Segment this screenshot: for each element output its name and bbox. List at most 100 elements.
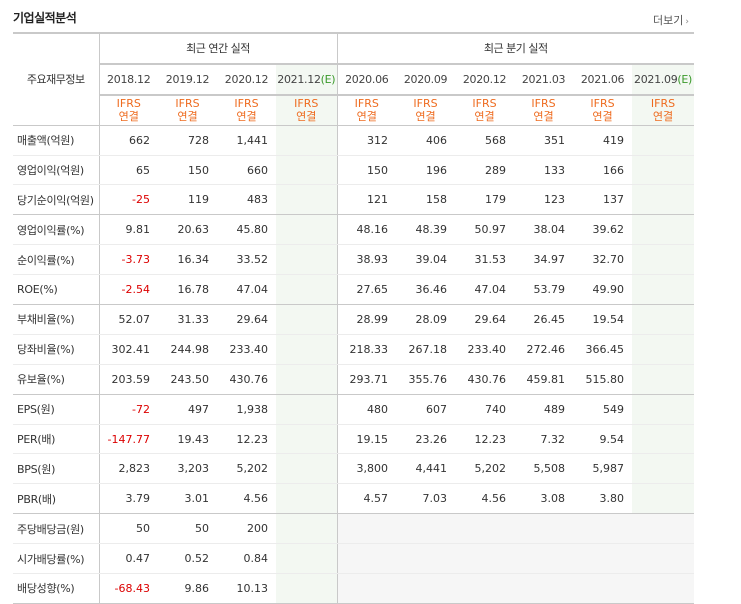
table-cell: [276, 155, 338, 186]
more-label: 더보기: [653, 14, 684, 27]
period-label: 2020.06: [345, 72, 389, 86]
table-cell: 1,938: [217, 394, 276, 425]
ifrs-label: IFRS: [294, 97, 319, 111]
ifrs-label: IFRS: [354, 97, 379, 111]
ifrs-header: IFRS 연결: [514, 93, 574, 126]
table-cell: 16.34: [158, 244, 217, 276]
table-row: 시가배당률(%) 0.47 0.52 0.84: [13, 543, 695, 575]
table-row: PER(배) -147.77 19.43 12.23 19.15 23.26 12.23 7.…: [13, 424, 695, 455]
table-cell: [632, 334, 695, 365]
table-cell: 38.93: [336, 244, 397, 276]
ifrs-label: IFRS: [413, 97, 438, 111]
table-cell: 29.64: [217, 304, 276, 335]
table-cell: 243.50: [158, 364, 217, 395]
period-header: 2021.06: [573, 62, 633, 95]
ifrs-header: IFRS 연결: [632, 93, 695, 126]
table-cell: -2.54: [98, 274, 158, 306]
consolidated-label: 연결: [415, 110, 436, 124]
table-cell: 150: [158, 155, 217, 186]
ifrs-label: IFRS: [650, 97, 676, 111]
table-cell: 20.63: [158, 214, 217, 246]
consolidated-label: 연결: [236, 110, 257, 124]
period-label: 2021.09: [634, 72, 678, 86]
table-cell: 233.40: [217, 334, 276, 365]
table-cell: 244.98: [158, 334, 217, 365]
table-cell: 0.47: [98, 543, 158, 575]
table-cell: [455, 543, 515, 575]
table-cell: 419: [573, 125, 633, 156]
table-cell: [276, 483, 338, 515]
ifrs-label: IFRS: [175, 97, 200, 111]
table-cell: [276, 543, 338, 575]
period-header: 2021.03: [514, 62, 574, 95]
table-cell: 119: [158, 184, 217, 216]
table-row: EPS(원) -72 497 1,938 480 607 740 489 549: [13, 394, 695, 425]
row-label: ROE(%): [13, 274, 99, 306]
row-label: 당좌비율(%): [13, 334, 99, 365]
period-label: 2021.03: [521, 72, 566, 86]
table-cell: [455, 513, 515, 545]
table-cell: -25: [98, 184, 158, 216]
table-cell: 5,987: [573, 453, 633, 485]
table-cell: 19.15: [336, 424, 397, 455]
annual-title: 최근 연간 실적: [98, 32, 338, 65]
table-cell: 48.16: [336, 214, 397, 246]
table-cell: [632, 364, 695, 395]
table-cell: 47.04: [217, 274, 276, 306]
more-link[interactable]: 더보기 ›: [653, 12, 689, 28]
table-cell: 218.33: [336, 334, 397, 365]
ifrs-header: IFRS 연결: [573, 93, 633, 126]
table-cell: 47.04: [455, 274, 515, 306]
row-label: 부채비율(%): [13, 304, 99, 335]
table-cell: 50.97: [455, 214, 515, 246]
section-title: 기업실적분석: [13, 11, 77, 25]
row-label: PER(배): [13, 424, 99, 455]
table-row: 유보율(%) 203.59 243.50 430.76 293.71 355.76 430.…: [13, 364, 695, 395]
table-cell: 607: [396, 394, 456, 425]
table-cell: [276, 424, 338, 455]
row-label: EPS(원): [13, 394, 99, 425]
table-cell: [632, 394, 695, 425]
table-cell: 196: [396, 155, 456, 186]
table-cell: [632, 125, 695, 156]
table-cell: 203.59: [98, 364, 158, 395]
table-cell: 48.39: [396, 214, 456, 246]
table-cell: 515.80: [573, 364, 633, 395]
consolidated-label: 연결: [356, 110, 377, 124]
table-cell: [514, 573, 574, 604]
table-row: 주당배당금(원) 50 50 200: [13, 513, 695, 545]
period-header: 2020.09: [396, 62, 456, 95]
consolidated-label: 연결: [652, 110, 674, 124]
ifrs-label: IFRS: [116, 97, 141, 111]
table-row: 부채비율(%) 52.07 31.33 29.64 28.99 28.09 29.64 26.…: [13, 304, 695, 335]
table-cell: [396, 543, 456, 575]
table-cell: 9.54: [573, 424, 633, 455]
table-cell: 662: [98, 125, 158, 156]
table-cell: 568: [455, 125, 515, 156]
ifrs-label: IFRS: [472, 97, 497, 111]
table-cell: [455, 573, 515, 604]
header-row-ifrs: IFRS 연결 IFRS 연결 IFRS 연결 IFRS 연결 IFRS 연결 IFRS 연결 IFRS…: [13, 93, 695, 126]
consolidated-label: 연결: [533, 110, 554, 124]
table-cell: [573, 573, 633, 604]
table-cell: 53.79: [514, 274, 574, 306]
table-cell: 16.78: [158, 274, 217, 306]
table-cell: 7.03: [396, 483, 456, 515]
period-label: 2020.12: [462, 72, 507, 86]
table-cell: 660: [217, 155, 276, 186]
table-cell: [632, 274, 695, 306]
row-label: 영업이익(억원): [13, 155, 99, 186]
header-row-groups: 주요재무정보 최근 연간 실적 최근 분기 실적: [13, 31, 695, 126]
ifrs-header: IFRS 연결: [158, 93, 217, 126]
table-cell: [632, 483, 695, 515]
table-cell: [276, 184, 338, 216]
table-cell: 2,823: [98, 453, 158, 485]
table-cell: 355.76: [396, 364, 456, 395]
table-cell: [276, 453, 338, 485]
table-cell: 351: [514, 125, 574, 156]
row-label: 주당배당금(원): [13, 513, 99, 545]
period-header: 2019.12: [158, 62, 217, 95]
table-cell: 36.46: [396, 274, 456, 306]
table-row: 당좌비율(%) 302.41 244.98 233.40 218.33 267.18 233…: [13, 334, 695, 365]
table-cell: [276, 394, 338, 425]
